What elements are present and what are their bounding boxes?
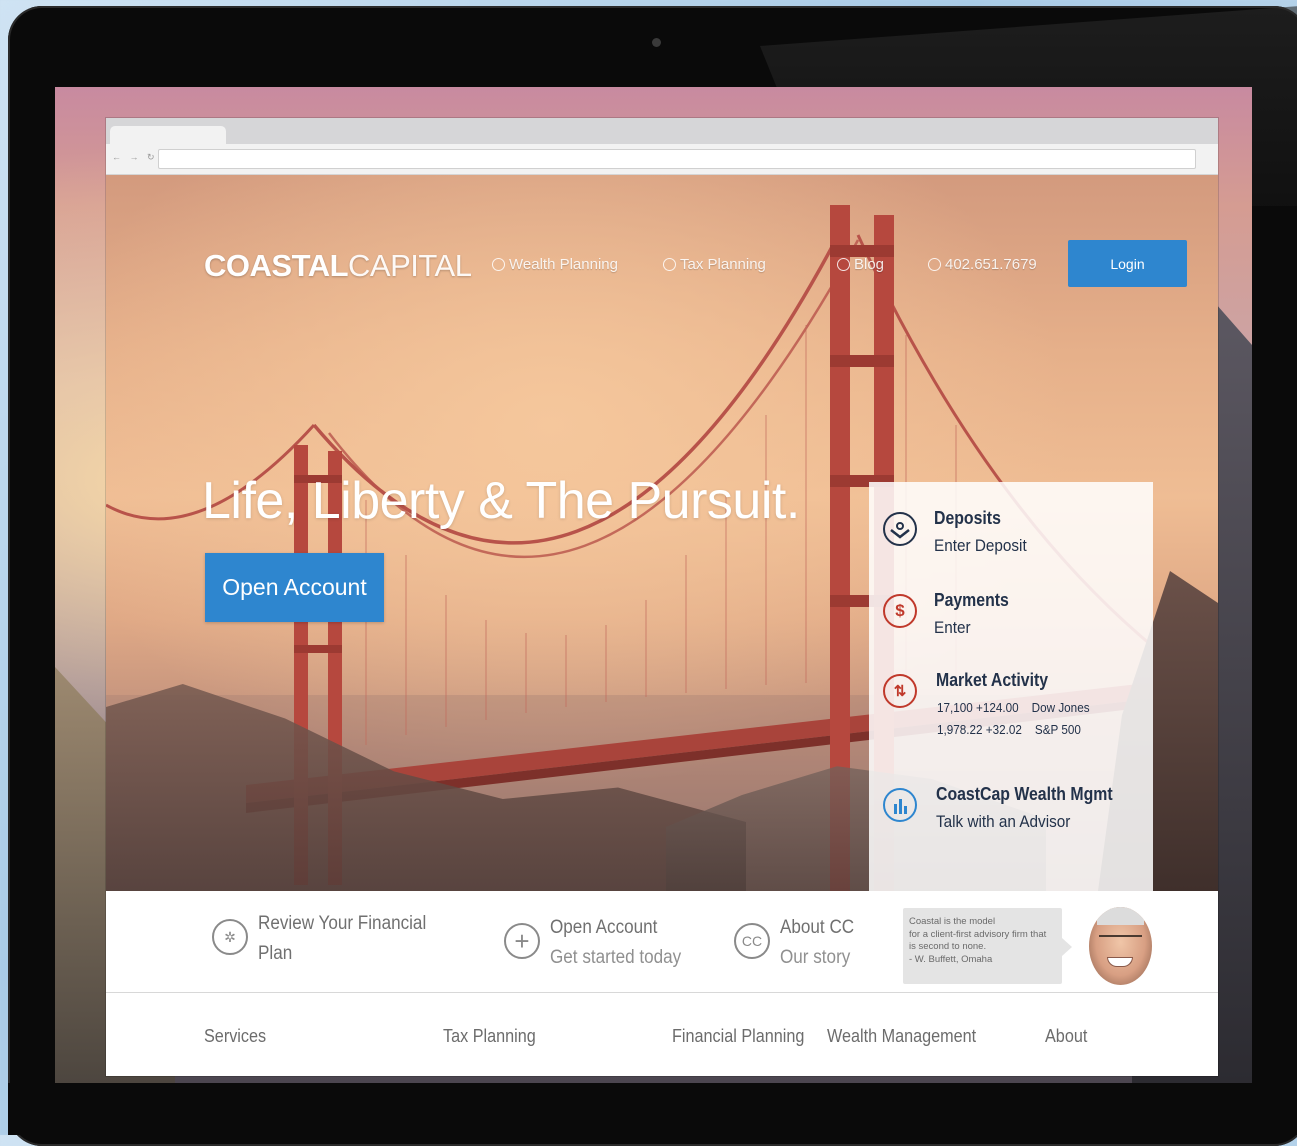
bar-chart-icon	[883, 788, 917, 822]
browser-tab-bar	[106, 118, 1218, 144]
login-button[interactable]: Login	[1068, 240, 1187, 287]
hero-section: COASTALCAPITAL Wealth Planning Tax Plann…	[106, 175, 1218, 891]
open-account-button[interactable]: Open Account	[205, 553, 384, 622]
nav-blog[interactable]: Blog	[837, 256, 884, 273]
deposits-title: Deposits	[934, 508, 1001, 528]
market-row-sp500: 1,978.22 +32.02 S&P 500	[937, 722, 1081, 737]
home-icon	[492, 258, 505, 271]
brand-logo[interactable]: COASTALCAPITAL	[204, 248, 472, 284]
footer-link-wealth-management[interactable]: Wealth Management	[827, 1026, 976, 1047]
quote-line-2: for a client-first advisory firm that	[909, 928, 1047, 940]
payments-subtitle[interactable]: Enter	[934, 618, 971, 638]
payments-title: Payments	[934, 590, 1009, 610]
feature-about-title: About CC	[780, 917, 855, 938]
deposits-subtitle[interactable]: Enter Deposit	[934, 536, 1027, 556]
dollar-icon: $	[883, 594, 917, 628]
footer-link-services[interactable]: Services	[204, 1026, 266, 1047]
hero-headline: Life, Liberty & The Pursuit.	[202, 472, 800, 530]
feature-open-title: Open Account	[550, 917, 658, 938]
sp500-value: 1,978.22 +32.02	[937, 722, 1022, 737]
testimonial-quote: Coastal is the model for a client-first …	[903, 908, 1072, 984]
nav-wealth-planning[interactable]: Wealth Planning	[492, 256, 618, 273]
browser-nav-buttons[interactable]: ← → ↻	[112, 152, 158, 163]
nav-wealth-planning-label: Wealth Planning	[509, 256, 618, 273]
phone-icon	[928, 258, 941, 271]
device-bottom-bezel	[8, 1083, 1297, 1135]
browser-toolbar: ← → ↻	[106, 144, 1218, 175]
nav-tax-planning[interactable]: Tax Planning	[663, 256, 766, 273]
brand-logo-bold: COASTAL	[204, 248, 349, 283]
browser-tab[interactable]	[110, 126, 226, 144]
feature-about-subtitle: Our story	[780, 947, 851, 968]
market-activity-title: Market Activity	[936, 670, 1049, 690]
quote-line-3: is second to none.	[909, 941, 987, 952]
deposit-icon	[883, 512, 917, 546]
url-field[interactable]	[158, 149, 1196, 169]
tax-icon	[663, 258, 676, 271]
footer-link-tax-planning[interactable]: Tax Planning	[443, 1026, 536, 1047]
cc-logo-icon: CC	[734, 923, 770, 959]
market-row-dow: 17,100 +124.00 Dow Jones	[937, 700, 1090, 715]
footer-navigation: Services Tax Planning Financial Planning…	[106, 993, 1218, 1076]
sp500-label: S&P 500	[1034, 722, 1081, 737]
feature-bar: ✲ Review Your Financial Plan + Open Acco…	[106, 891, 1218, 993]
feature-open-subtitle: Get started today	[550, 947, 682, 968]
quote-author: - W. Buffett, Omaha	[909, 953, 993, 965]
footer-link-financial-planning[interactable]: Financial Planning	[672, 1026, 804, 1047]
quote-line-1: Coastal is the model	[909, 916, 996, 927]
footer-link-about[interactable]: About	[1045, 1026, 1087, 1047]
nav-tax-planning-label: Tax Planning	[680, 256, 766, 273]
nav-blog-label: Blog	[854, 256, 885, 273]
camera-icon	[652, 38, 661, 47]
brand-logo-light: CAPITAL	[348, 248, 472, 283]
blog-icon	[837, 258, 850, 271]
plan-wheel-icon: ✲	[212, 919, 248, 955]
nav-phone[interactable]: 402.651.7679	[928, 256, 1037, 273]
testimonial-avatar	[1089, 907, 1152, 985]
plus-circle-icon: +	[504, 923, 540, 959]
nav-phone-label: 402.651.7679	[945, 256, 1037, 273]
avatar-mouth	[1107, 957, 1133, 967]
up-down-arrows-icon: ⇅	[883, 674, 917, 708]
wealth-mgmt-title: CoastCap Wealth Mgmt	[936, 784, 1113, 804]
quick-actions-panel: Deposits Enter Deposit $ Payments Enter …	[869, 482, 1153, 891]
dow-label: Dow Jones	[1031, 700, 1090, 715]
avatar-glasses	[1099, 935, 1142, 947]
dow-value: 17,100 +124.00	[937, 700, 1019, 715]
feature-review-title: Review Your Financial	[258, 913, 427, 934]
browser-window: ← → ↻ COASTALCAPITAL Wealth Planning Tax…	[106, 118, 1218, 1076]
feature-review-title-line2: Plan	[258, 943, 293, 964]
avatar-hair	[1097, 907, 1144, 925]
wealth-mgmt-subtitle[interactable]: Talk with an Advisor	[936, 812, 1070, 832]
